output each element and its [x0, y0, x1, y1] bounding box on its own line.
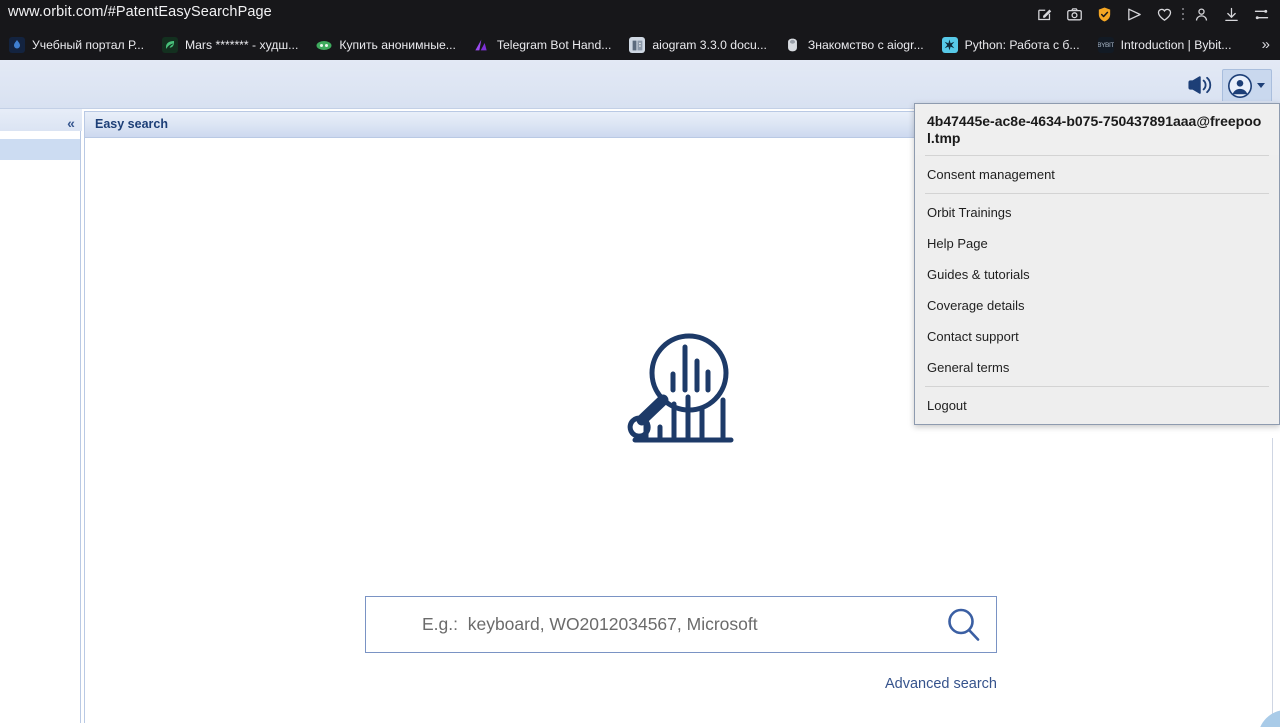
advanced-search-row: Advanced search [365, 675, 997, 693]
sidebar-collapse-icon[interactable]: « [62, 114, 80, 132]
sidebar-item-semantic-search[interactable]: Semantic search [0, 202, 80, 223]
page-bottom-strip [0, 723, 1280, 727]
bookmark-label: Telegram Bot Hand... [496, 38, 612, 52]
sidebar-panel: Easy search Advanced search Guided searc… [0, 131, 81, 727]
bookmarks-overflow-chevron-icon[interactable]: » [1262, 35, 1270, 55]
bookmark-label: Учебный портал Р... [32, 38, 144, 52]
browser-settings-icon[interactable] [1248, 3, 1274, 25]
send-share-icon[interactable] [1121, 3, 1147, 25]
menu-item-contact-support[interactable]: Contact support [915, 321, 1279, 352]
bookmark-item[interactable]: Python: Работа с б... [933, 33, 1089, 57]
bookmark-item[interactable]: aiogram 3.3.0 docu... [620, 33, 776, 57]
bookmark-label: Introduction | Bybit... [1120, 38, 1232, 52]
bookmark-favicon-book-icon [629, 37, 646, 53]
bookmark-item[interactable]: Mars ******* - худш... [153, 33, 307, 57]
advanced-search-link[interactable]: Advanced search [885, 676, 997, 692]
bookmark-item[interactable]: Учебный портал Р... [0, 33, 153, 57]
megaphone-icon[interactable] [1182, 70, 1216, 100]
toolbar-overflow-dots-icon [1181, 7, 1184, 21]
tab-easy-search[interactable]: Easy search [95, 117, 168, 131]
bookmark-label: Знакомство с aiogr... [807, 38, 924, 52]
left-sidebar: Easy search Advanced search Guided searc… [0, 109, 82, 727]
sidebar-item-advanced-search[interactable]: Advanced search [0, 160, 80, 181]
profile-person-icon[interactable] [1188, 3, 1214, 25]
easy-search-box[interactable] [365, 596, 997, 653]
menu-item-help-page[interactable]: Help Page [915, 228, 1279, 259]
sidebar-item-my-searches[interactable]: My searches [0, 237, 80, 258]
bookmark-favicon-leaf-icon [162, 37, 178, 53]
sidebar-item-easy-search[interactable]: Easy search [0, 139, 80, 160]
search-input[interactable] [366, 597, 930, 652]
bookmark-favicon-oval-icon [316, 37, 332, 53]
browser-toolbar-icons [1031, 3, 1274, 25]
bookmark-favicon-star-icon [941, 37, 958, 53]
favorites-heart-icon[interactable] [1151, 3, 1177, 25]
menu-item-logout[interactable]: Logout [915, 390, 1279, 421]
bookmark-item[interactable]: Знакомство с aiogr... [776, 33, 933, 57]
account-menu-group-help: Orbit Trainings Help Page Guides & tutor… [915, 194, 1279, 386]
account-dropdown-menu: 4b47445e-ac8e-4634-b075-750437891aaa@fre… [914, 103, 1280, 425]
browser-chrome: www.orbit.com/#PatentEasySearchPage Учеб… [0, 0, 1280, 60]
bookmark-item[interactable]: Купить анонимные... [307, 33, 465, 57]
bookmark-favicon-triangle-icon [474, 37, 490, 53]
sidebar-item-guided-search[interactable]: Guided search [0, 181, 80, 202]
menu-item-consent-management[interactable]: Consent management [915, 159, 1279, 190]
bookmark-favicon-text-icon: BYBIT [1097, 37, 1114, 53]
user-avatar-icon [1228, 73, 1252, 98]
sidebar-item-my-collections[interactable]: My collections [0, 258, 80, 279]
menu-item-coverage-details[interactable]: Coverage details [915, 290, 1279, 321]
menu-item-general-terms[interactable]: General terms [915, 352, 1279, 383]
app-header-actions [1182, 69, 1272, 101]
sidebar-items: Easy search Advanced search Guided searc… [0, 131, 80, 335]
search-block: Advanced search [365, 596, 997, 693]
bookmark-item[interactable]: BYBIT Introduction | Bybit... [1089, 33, 1241, 57]
magnifier-bar-chart-illustration [613, 312, 753, 462]
account-menu-button[interactable] [1222, 69, 1272, 101]
edit-annotate-icon[interactable] [1031, 3, 1057, 25]
bookmark-label: Mars ******* - худш... [185, 38, 299, 52]
browser-url-bar[interactable]: www.orbit.com/#PatentEasySearchPage [0, 0, 1280, 28]
account-email-label: 4b47445e-ac8e-4634-b075-750437891aaa@fre… [915, 104, 1279, 155]
chevron-down-icon[interactable] [1257, 83, 1265, 88]
bookmark-favicon-badge-icon [785, 37, 801, 53]
bookmark-favicon-flame-icon [9, 37, 25, 53]
adblock-shield-icon[interactable] [1091, 3, 1117, 25]
account-menu-group-consent: Consent management [915, 156, 1279, 193]
bookmark-item[interactable]: Telegram Bot Hand... [465, 33, 620, 57]
search-icon[interactable] [930, 597, 996, 652]
screenshot-camera-icon[interactable] [1061, 3, 1087, 25]
bookmark-label: aiogram 3.3.0 docu... [652, 38, 767, 52]
downloads-icon[interactable] [1218, 3, 1244, 25]
sidebar-divider [0, 223, 80, 237]
bookmark-label: Купить анонимные... [339, 38, 456, 52]
sidebar-divider [0, 300, 80, 314]
sidebar-item-my-analysis-lists[interactable]: My analysis lists [0, 314, 80, 335]
app-header [0, 60, 1280, 109]
bookmarks-bar: Учебный портал Р... Mars ******* - худш.… [0, 30, 1280, 60]
url-text[interactable]: www.orbit.com/#PatentEasySearchPage [8, 4, 272, 20]
menu-item-guides-tutorials[interactable]: Guides & tutorials [915, 259, 1279, 290]
sidebar-item-my-alerts[interactable]: My alerts [0, 279, 80, 300]
menu-item-orbit-trainings[interactable]: Orbit Trainings [915, 197, 1279, 228]
account-menu-group-session: Logout [915, 387, 1279, 424]
bookmark-label: Python: Работа с б... [964, 38, 1080, 52]
